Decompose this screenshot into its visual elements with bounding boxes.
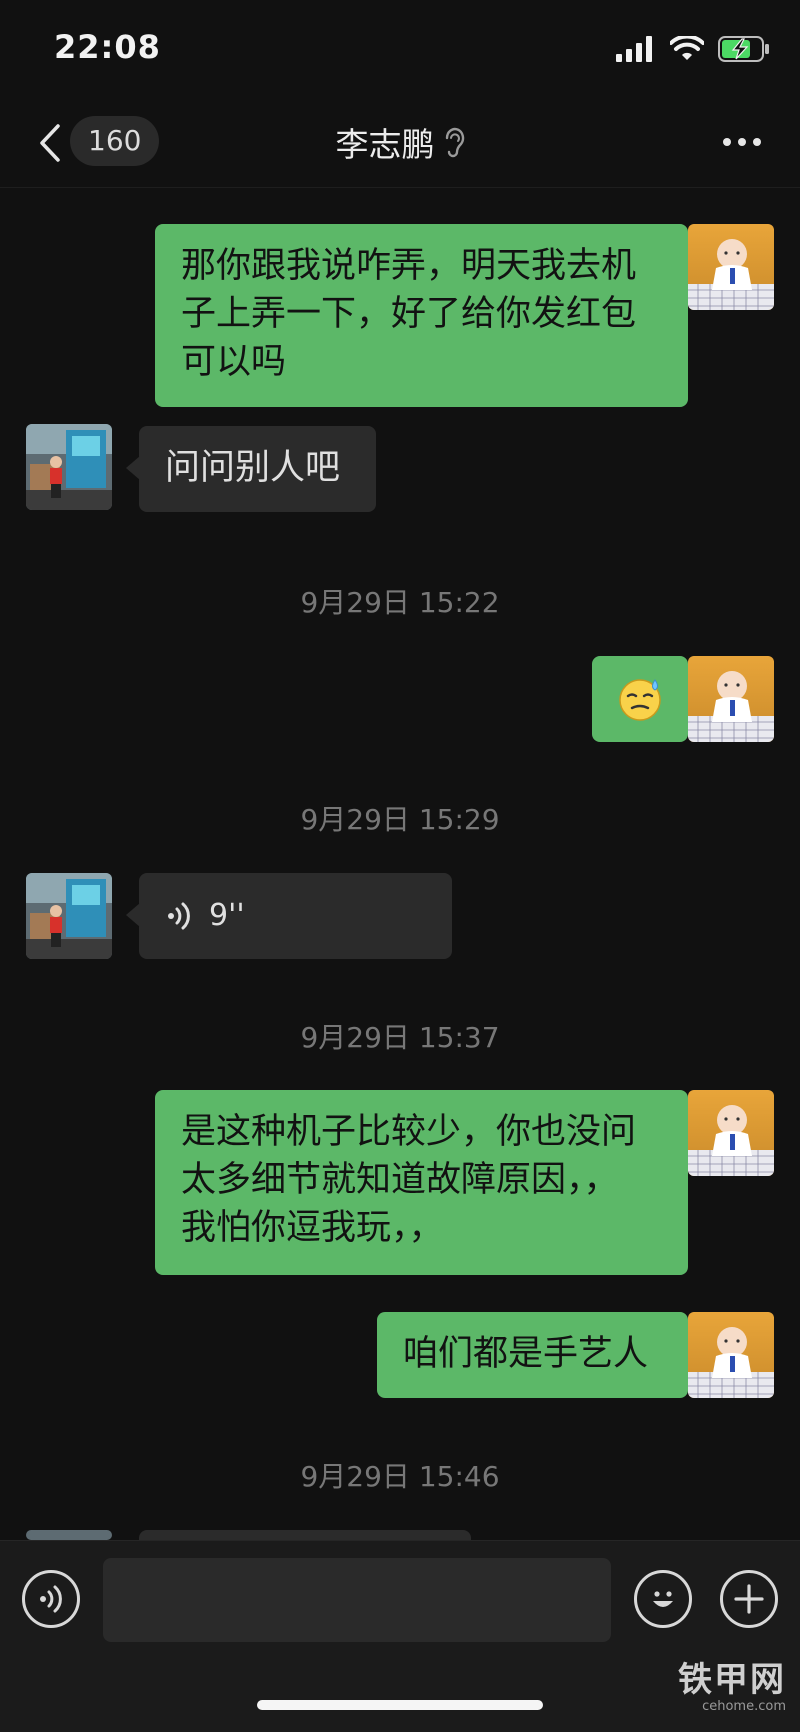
my-avatar[interactable]	[688, 1312, 774, 1398]
sweat-smile-emoji	[619, 679, 661, 721]
message-text-line: 那你跟我说咋弄，明天我去机	[181, 246, 637, 286]
message-row: 问问别人吧	[0, 424, 800, 514]
battery-charging-icon	[718, 36, 769, 62]
emoji-icon	[653, 1591, 673, 1607]
contact-avatar[interactable]	[26, 873, 112, 959]
baby-avatar-image	[688, 224, 774, 310]
ear-icon	[445, 127, 464, 158]
watermark: 铁甲网 cehome.com	[678, 1652, 786, 1714]
timestamp: 9月29日 15:29	[300, 803, 500, 836]
timestamp: 9月29日 15:37	[300, 1021, 500, 1054]
message-row: 是这种机子比较少，你也没问 太多细节就知道故障原因，， 我怕你逗我玩，，	[0, 1090, 800, 1280]
message-row-partial	[0, 1530, 800, 1540]
voice-wave-icon	[168, 902, 190, 930]
voice-icon	[40, 1585, 62, 1613]
add-button[interactable]	[720, 1570, 778, 1628]
message-bubble-outgoing[interactable]	[592, 656, 701, 742]
status-time: 22:08	[54, 28, 161, 66]
status-icons	[616, 36, 770, 62]
voice-toggle-button[interactable]	[22, 1570, 80, 1628]
chat-title[interactable]: 李志鹏	[336, 118, 435, 166]
baby-avatar-image	[688, 1090, 774, 1176]
baby-avatar-image	[688, 656, 774, 742]
message-text-line: 是这种机子比较少，你也没问	[181, 1112, 637, 1152]
my-avatar[interactable]	[688, 224, 774, 310]
voice-duration: 9''	[209, 898, 245, 933]
message-bubble-outgoing[interactable]: 咱们都是手艺人	[377, 1312, 701, 1398]
more-dots-icon	[723, 138, 761, 146]
chat-header: 160 李志鹏	[0, 100, 800, 188]
message-row: 那你跟我说咋弄，明天我去机 子上弄一下，好了给你发红包 可以吗	[0, 216, 800, 407]
emoji-button[interactable]	[634, 1570, 692, 1628]
timestamp: 9月29日 15:22	[300, 586, 500, 619]
voice-message-bubble[interactable]: 9''	[126, 873, 452, 959]
my-avatar[interactable]	[688, 656, 774, 742]
message-bubble-incoming[interactable]	[139, 1530, 471, 1540]
message-bubble-outgoing[interactable]: 是这种机子比较少，你也没问 太多细节就知道故障原因，， 我怕你逗我玩，，	[155, 1090, 701, 1275]
message-text: 问问别人吧	[165, 448, 341, 488]
signal-icon	[616, 36, 652, 62]
message-row: 咱们都是手艺人	[0, 1312, 800, 1402]
message-text-line: 子上弄一下，好了给你发红包	[181, 294, 637, 334]
message-bubble-outgoing[interactable]: 那你跟我说咋弄，明天我去机 子上弄一下，好了给你发红包 可以吗	[155, 224, 701, 407]
home-indicator[interactable]	[257, 1700, 543, 1710]
more-button[interactable]	[720, 120, 764, 164]
message-row: 9''	[0, 873, 800, 963]
message-text-line: 太多细节就知道故障原因，，	[181, 1160, 619, 1200]
watermark-sub: cehome.com	[702, 1699, 786, 1714]
message-input[interactable]	[103, 1558, 611, 1642]
plus-icon	[734, 1584, 764, 1614]
status-bar: 22:08	[0, 0, 800, 100]
contact-avatar[interactable]	[26, 1530, 112, 1540]
message-list[interactable]: 那你跟我说咋弄，明天我去机 子上弄一下，好了给你发红包 可以吗 问问别人吧 9月…	[0, 188, 800, 1540]
watermark-main: 铁甲网	[678, 1660, 786, 1700]
wifi-icon	[670, 36, 704, 60]
timestamp: 9月29日 15:46	[300, 1460, 500, 1493]
baby-avatar-image	[688, 1312, 774, 1398]
message-bubble-incoming[interactable]: 问问别人吧	[126, 426, 376, 512]
title-wrap: 李志鹏	[0, 118, 800, 166]
message-text: 咱们都是手艺人	[403, 1334, 649, 1374]
message-row	[0, 656, 800, 746]
contact-avatar[interactable]	[26, 424, 112, 510]
message-text-line: 我怕你逗我玩，，	[181, 1208, 444, 1248]
shop-avatar-image	[26, 873, 112, 959]
my-avatar[interactable]	[688, 1090, 774, 1176]
shop-avatar-image	[26, 424, 112, 510]
message-text-line: 可以吗	[181, 342, 287, 382]
